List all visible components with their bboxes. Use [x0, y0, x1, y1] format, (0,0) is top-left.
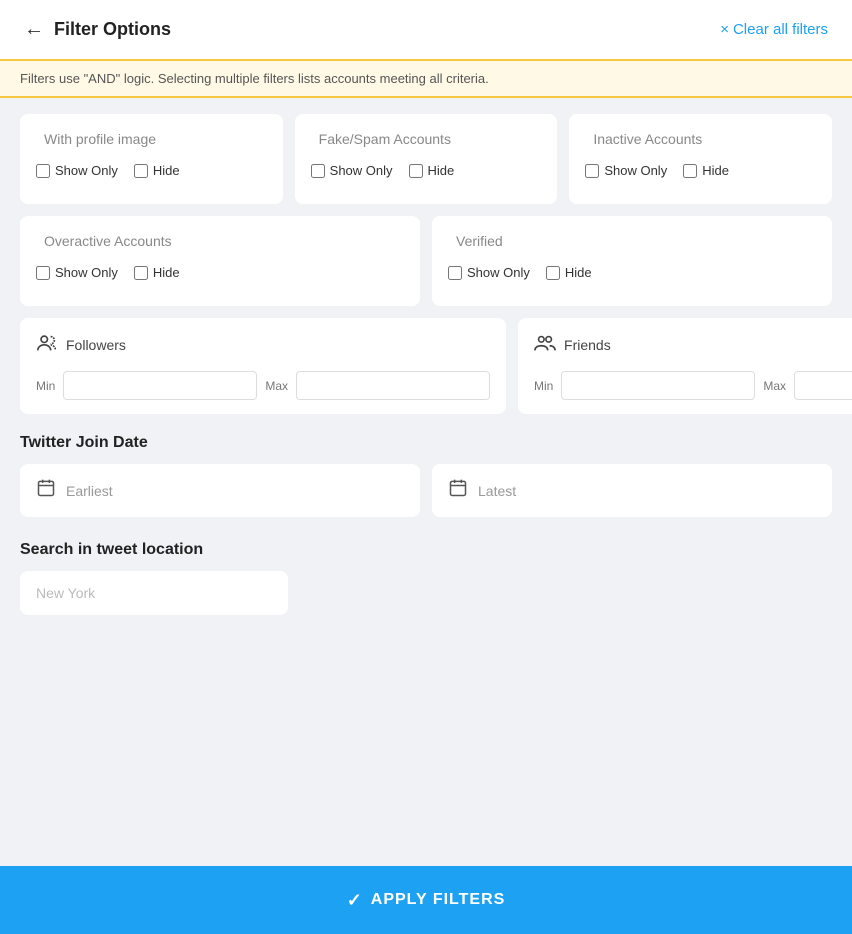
range-cards-grid: Followers Min Max	[20, 318, 832, 414]
profile-image-hide-checkbox[interactable]	[134, 164, 148, 178]
filter-card-fake-spam: Fake/Spam Accounts Show Only Hide	[295, 114, 558, 204]
date-grid: Earliest Latest	[20, 464, 832, 517]
friends-label: Friends	[564, 337, 611, 353]
join-date-section: Twitter Join Date Earliest	[20, 434, 832, 517]
followers-min-input[interactable]	[63, 371, 257, 400]
filter-label-fake-spam: Fake/Spam Accounts	[319, 131, 451, 147]
verified-hide[interactable]: Hide	[546, 265, 592, 280]
calendar-earliest-icon	[36, 478, 56, 503]
profile-image-hide[interactable]: Hide	[134, 163, 180, 178]
range-card-followers: Followers Min Max	[20, 318, 506, 414]
filter-grid-row2: Overactive Accounts Show Only Hide	[20, 216, 832, 306]
fake-spam-show-only[interactable]: Show Only	[311, 163, 393, 178]
verified-checkboxes: Show Only Hide	[448, 265, 816, 280]
filter-card-verified: Verified Show Only Hide	[432, 216, 832, 306]
clear-filters-button[interactable]: × Clear all filters	[720, 21, 828, 38]
friends-min-label: Min	[534, 379, 553, 393]
filter-label-profile-image: With profile image	[44, 131, 156, 147]
friends-icon	[534, 332, 556, 357]
back-button[interactable]: ←	[24, 18, 44, 41]
location-section: Search in tweet location	[20, 541, 832, 615]
inactive-checkboxes: Show Only Hide	[585, 163, 816, 178]
friends-max-input[interactable]	[794, 371, 852, 400]
followers-icon	[36, 332, 58, 357]
range-card-friends: Friends Min Max	[518, 318, 852, 414]
profile-image-checkboxes: Show Only Hide	[36, 163, 267, 178]
profile-image-show-only[interactable]: Show Only	[36, 163, 118, 178]
inactive-hide-checkbox[interactable]	[683, 164, 697, 178]
inactive-show-only[interactable]: Show Only	[585, 163, 667, 178]
overactive-show-only-checkbox[interactable]	[36, 266, 50, 280]
calendar-latest-icon	[448, 478, 468, 503]
overactive-checkboxes: Show Only Hide	[36, 265, 404, 280]
followers-label: Followers	[66, 337, 126, 353]
apply-filters-bar[interactable]: ✓ APPLY FILTERS	[0, 866, 852, 934]
fake-spam-hide-checkbox[interactable]	[409, 164, 423, 178]
followers-max-input[interactable]	[296, 371, 490, 400]
latest-label: Latest	[478, 483, 516, 499]
filter-label-verified: Verified	[456, 233, 503, 249]
followers-max-label: Max	[265, 379, 288, 393]
verified-hide-checkbox[interactable]	[546, 266, 560, 280]
inactive-show-only-checkbox[interactable]	[585, 164, 599, 178]
fake-spam-show-only-checkbox[interactable]	[311, 164, 325, 178]
filter-card-inactive: Inactive Accounts Show Only Hide	[569, 114, 832, 204]
friends-min-input[interactable]	[561, 371, 755, 400]
overactive-hide[interactable]: Hide	[134, 265, 180, 280]
earliest-date-picker[interactable]: Earliest	[20, 464, 420, 517]
fake-spam-checkboxes: Show Only Hide	[311, 163, 542, 178]
location-search-input[interactable]	[20, 571, 288, 615]
location-section-title: Search in tweet location	[20, 541, 832, 559]
fake-spam-hide[interactable]: Hide	[409, 163, 455, 178]
latest-date-picker[interactable]: Latest	[432, 464, 832, 517]
followers-range-inputs: Min Max	[36, 371, 490, 400]
overactive-hide-checkbox[interactable]	[134, 266, 148, 280]
friends-max-label: Max	[763, 379, 786, 393]
apply-filters-label: APPLY FILTERS	[371, 891, 506, 909]
filter-card-overactive: Overactive Accounts Show Only Hide	[20, 216, 420, 306]
join-date-title: Twitter Join Date	[20, 434, 832, 452]
verified-show-only-checkbox[interactable]	[448, 266, 462, 280]
friends-range-inputs: Min Max	[534, 371, 852, 400]
filter-label-inactive: Inactive Accounts	[593, 131, 702, 147]
content-area: With profile image Show Only Hide	[0, 98, 852, 854]
header-left: ← Filter Options	[24, 18, 171, 41]
header: ← Filter Options × Clear all filters	[0, 0, 852, 59]
filter-card-with-profile-image: With profile image Show Only Hide	[20, 114, 283, 204]
info-banner: Filters use "AND" logic. Selecting multi…	[0, 59, 852, 98]
clear-x-icon: ×	[720, 21, 729, 38]
checkmark-icon: ✓	[347, 890, 363, 911]
filter-label-overactive: Overactive Accounts	[44, 233, 172, 249]
overactive-show-only[interactable]: Show Only	[36, 265, 118, 280]
followers-min-label: Min	[36, 379, 55, 393]
filter-options-page: ← Filter Options × Clear all filters Fil…	[0, 0, 852, 934]
page-title: Filter Options	[54, 19, 171, 40]
profile-image-show-only-checkbox[interactable]	[36, 164, 50, 178]
filter-grid-row1: With profile image Show Only Hide	[20, 114, 832, 204]
earliest-label: Earliest	[66, 483, 113, 499]
inactive-hide[interactable]: Hide	[683, 163, 729, 178]
verified-show-only[interactable]: Show Only	[448, 265, 530, 280]
apply-filters-button[interactable]: ✓ APPLY FILTERS	[347, 890, 506, 911]
location-input-wrapper	[20, 571, 288, 615]
